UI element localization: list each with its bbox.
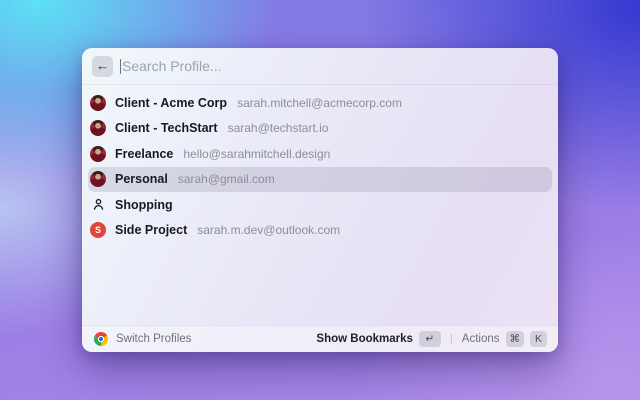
profile-row[interactable]: Client - Acme Corp sarah.mitchell@acmeco…	[88, 90, 552, 116]
profile-name: Freelance	[115, 146, 174, 161]
profile-email: sarah.mitchell@acmecorp.com	[237, 95, 402, 110]
k-key-icon: K	[530, 331, 547, 347]
avatar-photo-icon	[90, 94, 106, 111]
profile-switcher-window: ← Client - Acme Corp sarah.mitchell@acme…	[82, 48, 558, 352]
profile-name: Client - TechStart	[115, 121, 218, 136]
profile-row[interactable]: Freelance hello@sarahmitchell.design	[88, 141, 552, 167]
profile-row[interactable]: Shopping	[88, 192, 552, 218]
switch-profiles-label: Switch Profiles	[116, 333, 192, 345]
search-bar: ←	[82, 48, 558, 85]
text-caret	[120, 58, 121, 74]
profile-row[interactable]: Client - TechStart sarah@techstart.io	[88, 116, 552, 142]
profile-list: Client - Acme Corp sarah.mitchell@acmeco…	[88, 90, 552, 243]
person-outline-icon	[90, 197, 106, 213]
profile-name: Side Project	[115, 223, 188, 238]
footer-bar: Switch Profiles Show Bookmarks ↵ | Actio…	[82, 325, 558, 352]
desktop-background: ← Client - Acme Corp sarah.mitchell@acme…	[0, 0, 640, 400]
avatar-photo-icon	[90, 120, 106, 137]
chrome-icon	[94, 332, 108, 346]
back-button[interactable]: ←	[92, 55, 113, 77]
show-bookmarks-label: Show Bookmarks	[316, 333, 413, 345]
profile-row[interactable]: Personal sarah@gmail.com	[88, 166, 552, 192]
show-bookmarks-action[interactable]: Show Bookmarks ↵	[316, 331, 441, 347]
return-key-icon: ↵	[418, 331, 441, 347]
avatar-photo-icon	[90, 171, 106, 188]
avatar-photo-icon	[90, 145, 106, 162]
profile-name: Client - Acme Corp	[115, 95, 228, 110]
profile-email: sarah@gmail.com	[177, 172, 275, 187]
actions-menu-action[interactable]: Actions ⌘ K	[462, 331, 547, 347]
search-input[interactable]	[122, 56, 546, 76]
profile-name: Personal	[115, 172, 168, 187]
profile-row[interactable]: S Side Project sarah.m.dev@outlook.com	[88, 218, 552, 244]
profile-email: sarah@techstart.io	[227, 121, 329, 136]
actions-label: Actions	[461, 333, 500, 345]
profile-email: hello@sarahmitchell.design	[183, 146, 331, 161]
profile-name: Shopping	[115, 197, 173, 212]
footer-divider: |	[449, 333, 453, 345]
letter-badge-icon: S	[90, 222, 106, 239]
command-key-icon: ⌘	[505, 331, 524, 347]
back-arrow-icon: ←	[96, 58, 109, 73]
profile-email: sarah.m.dev@outlook.com	[197, 223, 341, 238]
